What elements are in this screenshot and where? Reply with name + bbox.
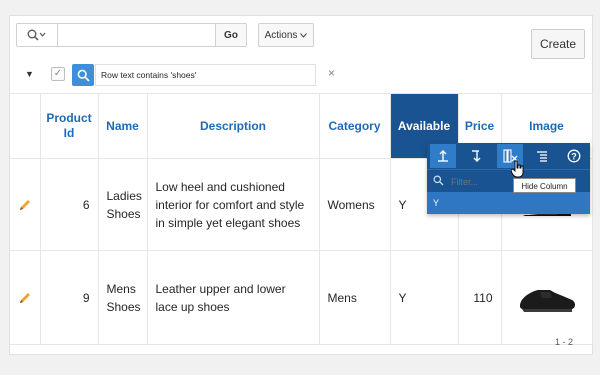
chevron-down-icon: [300, 32, 308, 38]
hide-column-tooltip: Hide Column: [513, 178, 576, 193]
edit-pencil-icon[interactable]: [18, 199, 32, 211]
product-id-cell: 9: [40, 250, 99, 345]
shoe-image: [519, 289, 575, 312]
product-id-cell: 6: [40, 158, 99, 251]
control-break-icon[interactable]: [529, 144, 555, 168]
create-button[interactable]: Create: [531, 29, 585, 59]
edit-pencil-icon[interactable]: [18, 292, 32, 304]
name-cell: Ladies Shoes: [98, 158, 148, 251]
help-icon[interactable]: ?: [561, 144, 587, 168]
filter-enable-checkbox[interactable]: ✓: [51, 67, 65, 81]
search-input[interactable]: [58, 24, 218, 46]
search-column-button[interactable]: [17, 24, 58, 46]
filter-search-icon[interactable]: [72, 64, 94, 86]
actions-button[interactable]: Actions: [258, 23, 314, 47]
header-edit: [10, 93, 41, 159]
header-name[interactable]: Name: [98, 93, 148, 159]
remove-filter-icon[interactable]: ×: [328, 66, 335, 80]
image-cell: [501, 250, 593, 345]
header-description[interactable]: Description: [147, 93, 320, 159]
description-cell: Low heel and cushioned interior for comf…: [147, 158, 320, 251]
column-value-item[interactable]: Y: [427, 192, 590, 214]
search-group: Go: [16, 23, 247, 47]
name-cell: Mens Shoes: [98, 250, 148, 345]
go-button[interactable]: Go: [215, 24, 246, 46]
actions-label: Actions: [264, 29, 298, 41]
collapse-toggle-icon[interactable]: ▼: [25, 69, 34, 79]
report-table: Product Id Name Description Category Ava…: [10, 93, 593, 345]
sort-descending-icon[interactable]: [464, 144, 490, 168]
hand-cursor-icon: [511, 160, 524, 178]
filter-row: ▼ ✓ Row text contains 'shoes' ×: [16, 63, 586, 87]
price-cell: 110: [458, 250, 502, 345]
sort-ascending-icon[interactable]: [430, 144, 456, 168]
report-toolbar: Go Actions Create: [16, 23, 586, 59]
filter-text[interactable]: Row text contains 'shoes': [95, 64, 316, 86]
edit-cell: [10, 250, 41, 345]
search-icon: [27, 29, 46, 41]
available-cell: Y: [390, 250, 459, 345]
header-category[interactable]: Category: [319, 93, 391, 159]
category-cell: Womens: [319, 158, 391, 251]
category-cell: Mens: [319, 250, 391, 345]
column-filter-search-icon: [433, 175, 444, 186]
column-menu-toolbar: ?: [427, 143, 590, 168]
pagination-range: 1 - 2: [554, 337, 573, 347]
edit-cell: [10, 158, 41, 251]
table-row: 9 Mens Shoes Leather upper and lower lac…: [10, 250, 593, 345]
header-product-id[interactable]: Product Id: [40, 93, 99, 159]
svg-text:?: ?: [571, 152, 577, 162]
description-cell: Leather upper and lower lace up shoes: [147, 250, 320, 345]
